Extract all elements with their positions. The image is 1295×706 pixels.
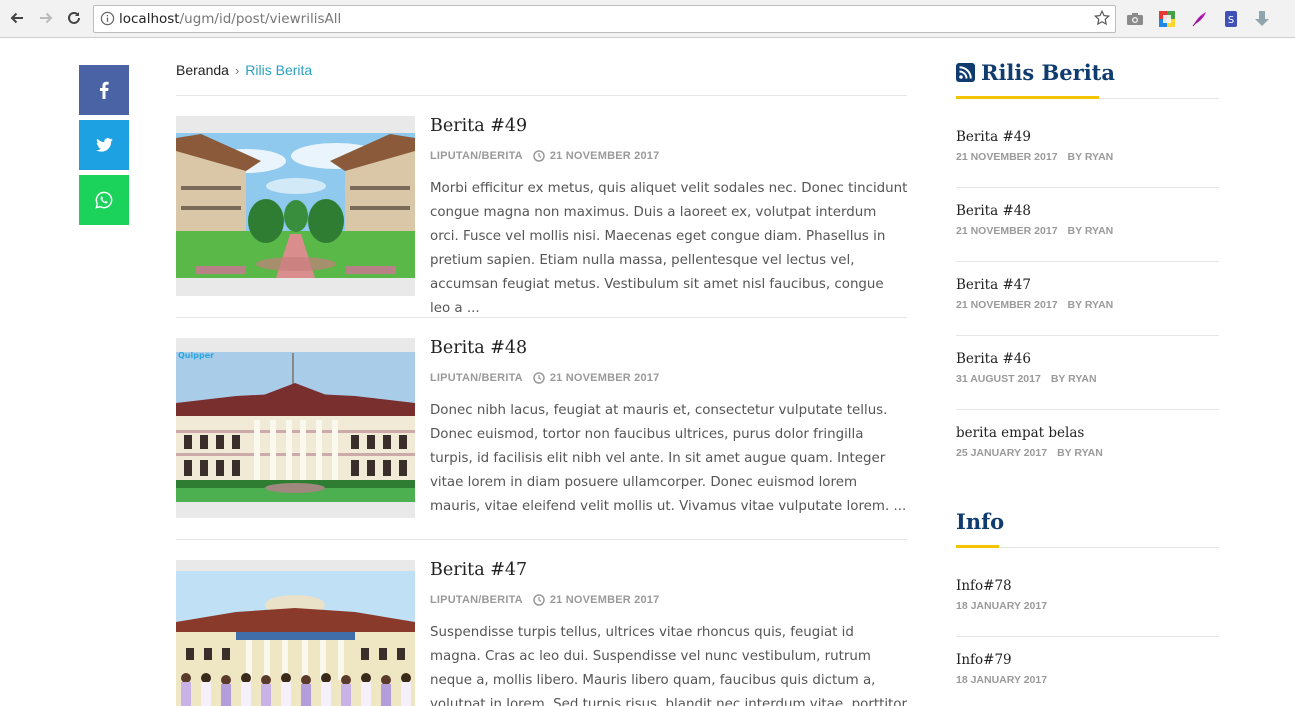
whatsapp-share-button[interactable] <box>79 175 129 225</box>
sidebar-news-date: 21 NOVEMBER 2017 <box>956 225 1058 237</box>
divider <box>956 409 1219 410</box>
post-item: Quipper Berita #48 LIPUTAN/BERITA 21 NOV… <box>176 338 907 528</box>
post-thumbnail[interactable]: Quipper <box>176 338 415 518</box>
post-excerpt: Suspendisse turpis tellus, ultrices vita… <box>430 625 907 706</box>
sidebar-news-date: 25 JANUARY 2017 <box>956 447 1048 459</box>
rss-icon <box>956 63 975 82</box>
clock-icon <box>533 372 545 384</box>
sidebar-heading-text: Rilis Berita <box>981 60 1115 85</box>
sidebar-news-title[interactable]: Berita #49 <box>956 129 1219 145</box>
divider <box>956 261 1219 262</box>
clock-icon <box>533 594 545 606</box>
sidebar-news-title[interactable]: Berita #47 <box>956 277 1219 293</box>
sidebar-news-meta: 31 AUGUST 2017 BY RYAN <box>956 373 1219 385</box>
info-icon[interactable] <box>100 11 115 30</box>
post-item: Berita #47 LIPUTAN/BERITA 21 NOVEMBER 20… <box>176 560 907 706</box>
sidebar-news-title[interactable]: Berita #46 <box>956 351 1219 367</box>
sidebar-news-meta: 21 NOVEMBER 2017 BY RYAN <box>956 225 1219 237</box>
back-arrow-icon[interactable] <box>6 7 28 29</box>
sidebar-info-item[interactable]: Info#79 18 JANUARY 2017 <box>956 652 1219 686</box>
post-meta: LIPUTAN/BERITA 21 NOVEMBER 2017 <box>430 594 659 606</box>
post-thumbnail[interactable] <box>176 560 415 706</box>
breadcrumb: Beranda › Rilis Berita <box>176 62 312 78</box>
sidebar-info-date: 18 JANUARY 2017 <box>956 674 1048 686</box>
sidebar-news-meta: 21 NOVEMBER 2017 BY RYAN <box>956 299 1219 311</box>
download-icon[interactable] <box>1252 9 1272 29</box>
sidebar-news-item[interactable]: Berita #47 21 NOVEMBER 2017 BY RYAN <box>956 277 1219 311</box>
sidebar-news-author: BY RYAN <box>1067 225 1114 237</box>
color-extension-icon[interactable] <box>1157 9 1177 29</box>
sidebar-heading-text: Info <box>956 509 1005 534</box>
post-meta: LIPUTAN/BERITA 21 NOVEMBER 2017 <box>430 372 659 384</box>
sidebar-news-author: BY RYAN <box>1067 151 1114 163</box>
sidebar-news-title[interactable]: berita empat belas <box>956 425 1219 441</box>
sidebar-info-title[interactable]: Info#79 <box>956 652 1219 668</box>
feather-icon[interactable] <box>1189 9 1209 29</box>
facebook-share-button[interactable] <box>79 65 129 115</box>
divider <box>176 95 907 96</box>
sidebar-news-date: 31 AUGUST 2017 <box>956 373 1041 385</box>
divider <box>956 187 1219 188</box>
post-excerpt: Morbi efficitur ex metus, quis aliquet v… <box>430 181 908 316</box>
sidebar-news-author: BY RYAN <box>1057 447 1103 459</box>
sidebar-news-author: BY RYAN <box>1067 299 1114 311</box>
twitter-icon <box>95 138 113 152</box>
twitter-share-button[interactable] <box>79 120 129 170</box>
post-meta: LIPUTAN/BERITA 21 NOVEMBER 2017 <box>430 150 659 162</box>
sidebar-news-item[interactable]: berita empat belas 25 JANUARY 2017 BY RYA… <box>956 425 1219 459</box>
post-category[interactable]: LIPUTAN/BERITA <box>430 150 523 162</box>
facebook-icon <box>100 81 109 99</box>
reload-icon[interactable] <box>63 7 85 29</box>
divider <box>956 335 1219 336</box>
sidebar-news-meta: 25 JANUARY 2017 BY RYAN <box>956 447 1219 459</box>
whatsapp-icon <box>95 191 113 209</box>
sidebar-news-item[interactable]: Berita #46 31 AUGUST 2017 BY RYAN <box>956 351 1219 385</box>
post-title[interactable]: Berita #48 <box>430 338 527 358</box>
browser-toolbar: localhost/ugm/id/post/viewrilisAll S <box>0 0 1295 38</box>
address-bar[interactable]: localhost/ugm/id/post/viewrilisAll <box>93 5 1116 33</box>
sidebar-news-meta: 21 NOVEMBER 2017 BY RYAN <box>956 151 1219 163</box>
bookmark-star-icon[interactable] <box>1093 9 1111 31</box>
url-path: /ugm/id/post/viewrilisAll <box>179 11 342 27</box>
url-text: localhost/ugm/id/post/viewrilisAll <box>119 11 341 27</box>
post-category[interactable]: LIPUTAN/BERITA <box>430 594 523 606</box>
post-title[interactable]: Berita #47 <box>430 560 527 580</box>
svg-text:S: S <box>1228 15 1234 26</box>
post-thumbnail[interactable] <box>176 116 415 296</box>
divider <box>956 636 1219 637</box>
post-excerpt: Donec nibh lacus, feugiat at mauris et, … <box>430 403 907 514</box>
forward-arrow-icon[interactable] <box>35 7 57 29</box>
sidebar-news-date: 21 NOVEMBER 2017 <box>956 299 1058 311</box>
camera-icon[interactable] <box>1125 9 1145 29</box>
sidebar-news-item[interactable]: Berita #48 21 NOVEMBER 2017 BY RYAN <box>956 203 1219 237</box>
divider <box>176 539 907 540</box>
sidebar-heading-info: Info <box>956 509 1004 534</box>
sidebar-info-item[interactable]: Info#78 18 JANUARY 2017 <box>956 578 1219 612</box>
url-host: localhost <box>119 11 180 27</box>
heading-accent-bar <box>956 96 1099 99</box>
sidebar-info-date: 18 JANUARY 2017 <box>956 600 1048 612</box>
breadcrumb-home-link[interactable]: Beranda <box>176 62 229 78</box>
divider <box>176 317 907 318</box>
sidebar-heading-rilis: Rilis Berita <box>956 60 1115 85</box>
sidebar-news-title[interactable]: Berita #48 <box>956 203 1219 219</box>
image-watermark-text: Quipper <box>178 351 214 360</box>
breadcrumb-separator: › <box>234 62 240 78</box>
post-date: 21 NOVEMBER 2017 <box>549 150 660 162</box>
sidebar-info-title[interactable]: Info#78 <box>956 578 1219 594</box>
breadcrumb-current-link[interactable]: Rilis Berita <box>245 62 312 78</box>
post-category[interactable]: LIPUTAN/BERITA <box>430 372 523 384</box>
sidebar-news-item[interactable]: Berita #49 21 NOVEMBER 2017 BY RYAN <box>956 129 1219 163</box>
extension-icon[interactable]: S <box>1221 9 1241 29</box>
post-date: 21 NOVEMBER 2017 <box>549 372 660 384</box>
post-date: 21 NOVEMBER 2017 <box>549 594 660 606</box>
sidebar-news-date: 21 NOVEMBER 2017 <box>956 151 1058 163</box>
sidebar-news-author: BY RYAN <box>1050 373 1097 385</box>
clock-icon <box>533 150 545 162</box>
post-item: Berita #49 LIPUTAN/BERITA 21 NOVEMBER 20… <box>176 116 907 316</box>
heading-accent-bar <box>956 545 999 548</box>
post-title[interactable]: Berita #49 <box>430 116 527 136</box>
